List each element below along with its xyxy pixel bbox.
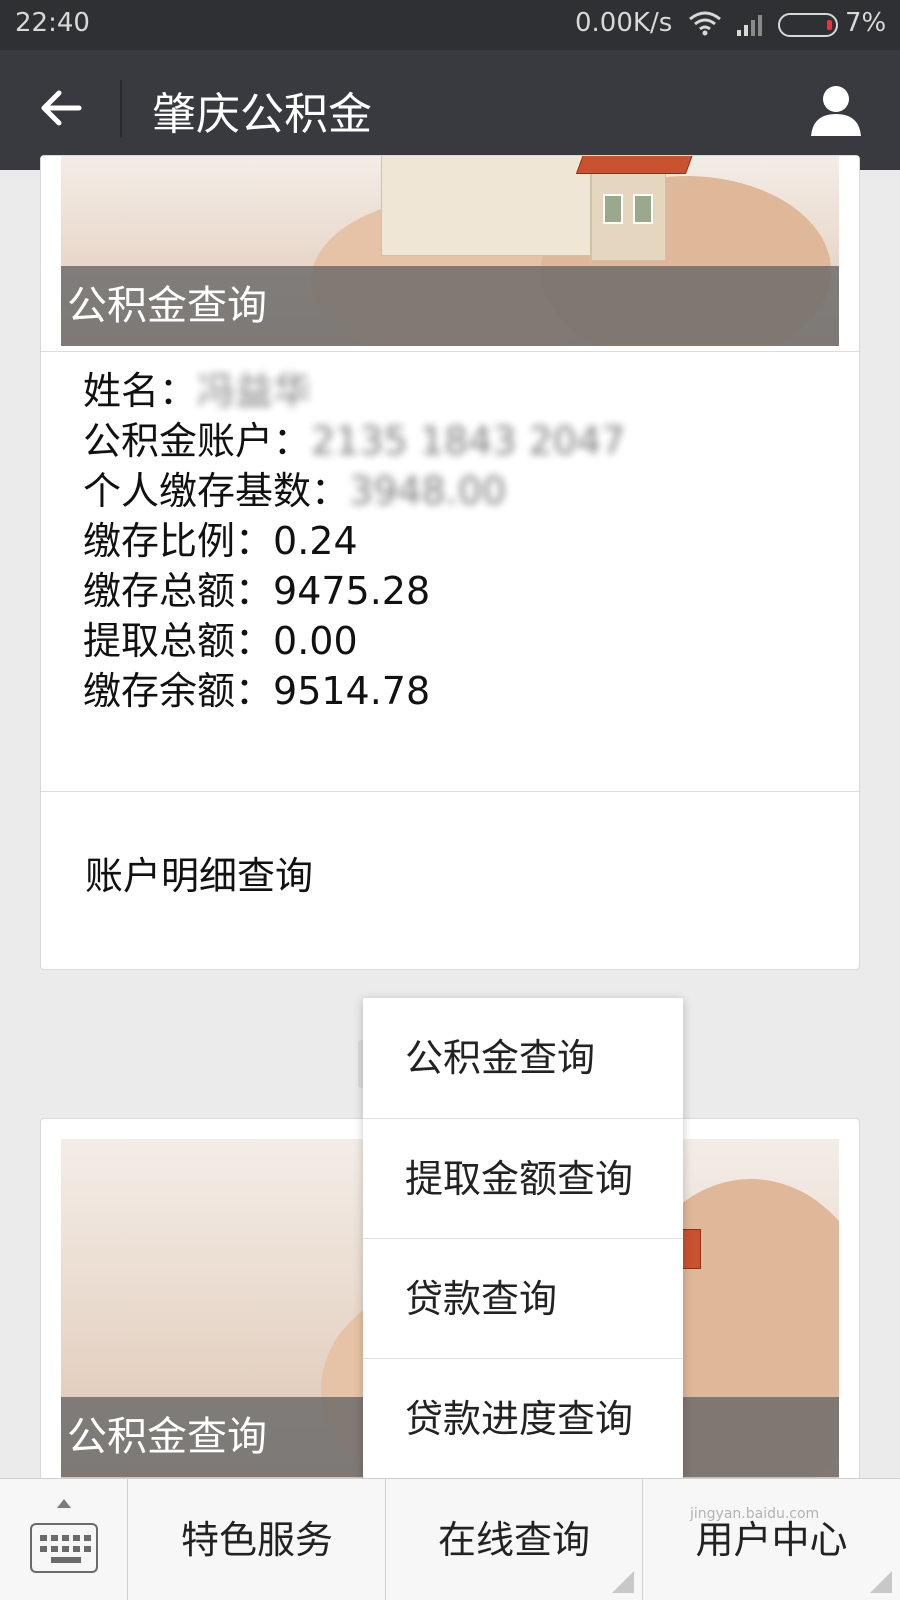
info-row-ratio: 缴存比例：0.24 [83,516,358,566]
fund-summary-card: 公积金查询 姓名：冯益华 公积金账户：2135 1843 2047 个人缴存基数… [40,155,860,970]
info-value: 9514.78 [273,669,431,713]
chevron-up-icon [57,1499,71,1508]
app-header: 肇庆公积金 [0,50,900,170]
info-value: 0.24 [273,519,358,563]
online-query-popup-menu: 公积金查询 提取金额查询 贷款查询 贷款进度查询 [363,998,683,1478]
info-row-total-withdraw: 提取总额：0.00 [83,616,358,666]
menu-item-loan-query[interactable]: 贷款查询 [363,1238,683,1358]
info-row-base: 个人缴存基数：3948.00 [83,466,506,516]
info-row-total-deposit: 缴存总额：9475.28 [83,566,430,616]
battery-icon [778,13,838,37]
battery-percent: 7% [845,8,887,38]
info-label: 缴存余额： [83,669,274,713]
menu-user-center[interactable]: 用户中心 [643,1479,900,1600]
banner-caption: 公积金查询 [61,266,839,346]
info-label: 提取总额： [83,619,274,663]
info-row-balance: 缴存余额：9514.78 [83,666,430,716]
page-title: 肇庆公积金 [152,89,372,140]
status-bar: 22:40 0.00K/s 7% [0,0,900,50]
info-label: 个人缴存基数： [83,469,350,513]
bottom-menu-bar: 特色服务 在线查询 用户中心 [0,1478,900,1600]
account-detail-row[interactable]: 账户明细查询 [41,791,859,951]
menu-online-query[interactable]: 在线查询 [386,1479,643,1600]
account-info: 姓名：冯益华 公积金账户：2135 1843 2047 个人缴存基数：3948.… [41,351,859,791]
info-value-redacted: 冯益华 [197,369,312,413]
info-value-redacted: 2135 1843 2047 [311,419,626,463]
menu-item-loan-progress-query[interactable]: 贷款进度查询 [363,1358,683,1478]
menu-online-query-label: 在线查询 [437,1518,590,1562]
watermark: jingyan.baidu.com [690,1506,820,1522]
network-speed: 0.00K/s [575,8,673,38]
cellular-signal-icon [737,15,762,36]
menu-item-fund-query[interactable]: 公积金查询 [363,998,683,1118]
menu-user-center-label: 用户中心 [695,1518,848,1562]
info-value: 9475.28 [273,569,431,613]
info-label: 缴存总额： [83,569,274,613]
info-row-account: 公积金账户：2135 1843 2047 [83,416,625,466]
info-label: 公积金账户： [83,419,312,463]
info-label: 姓名： [83,369,198,413]
banner-image: 公积金查询 [61,156,839,346]
user-profile-icon[interactable] [808,82,864,138]
info-label: 缴存比例： [83,519,274,563]
wifi-icon [689,11,721,36]
menu-item-withdraw-query[interactable]: 提取金额查询 [363,1118,683,1238]
back-arrow-icon[interactable] [35,82,87,134]
keyboard-toggle-button[interactable] [0,1479,128,1600]
account-detail-link[interactable]: 账户明细查询 [85,845,313,900]
submenu-indicator-icon [612,1571,634,1593]
header-divider [120,80,122,138]
keyboard-icon [30,1523,98,1573]
info-value-redacted: 3948.00 [349,469,507,513]
info-value: 0.00 [273,619,358,663]
submenu-indicator-icon [870,1571,892,1593]
menu-special-services[interactable]: 特色服务 [129,1479,386,1600]
status-time: 22:40 [15,8,90,38]
info-row-name: 姓名：冯益华 [83,366,311,416]
